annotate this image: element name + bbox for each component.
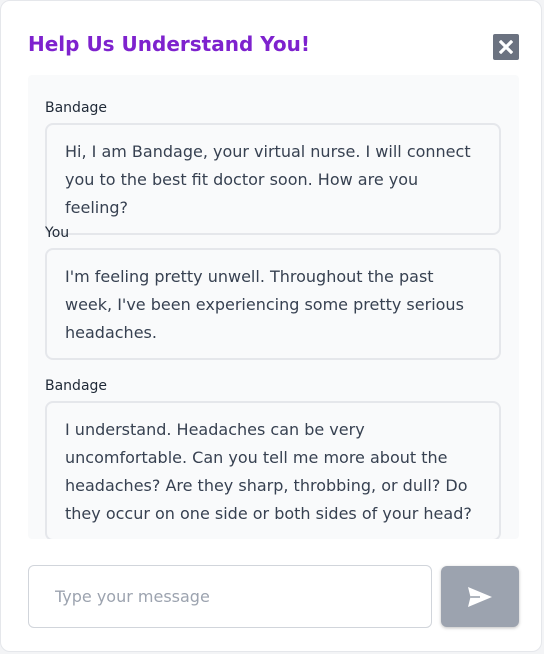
- message-sender: Bandage: [45, 378, 108, 394]
- chat-message: Bandage I understand. Headaches can be v…: [45, 377, 501, 539]
- modal-title: Help Us Understand You!: [28, 32, 310, 56]
- send-button[interactable]: [441, 566, 519, 627]
- close-icon: [499, 40, 513, 54]
- message-sender: Bandage: [45, 100, 108, 116]
- chat-history[interactable]: Bandage Hi, I am Bandage, your virtual n…: [28, 75, 519, 539]
- message-bubble: Hi, I am Bandage, your virtual nurse. I …: [45, 123, 501, 235]
- message-bubble: I'm feeling pretty unwell. Throughout th…: [45, 248, 501, 360]
- message-input-wrapper: [28, 565, 432, 628]
- message-bubble: I understand. Headaches can be very unco…: [45, 401, 501, 539]
- chat-message: You I'm feeling pretty unwell. Throughou…: [45, 224, 501, 360]
- chat-modal: Help Us Understand You! Bandage Hi, I am…: [0, 0, 542, 652]
- message-input[interactable]: [29, 566, 431, 627]
- message-sender: You: [45, 225, 70, 241]
- chat-message: Bandage Hi, I am Bandage, your virtual n…: [45, 99, 501, 235]
- close-button[interactable]: [493, 34, 519, 60]
- send-icon: [468, 586, 492, 607]
